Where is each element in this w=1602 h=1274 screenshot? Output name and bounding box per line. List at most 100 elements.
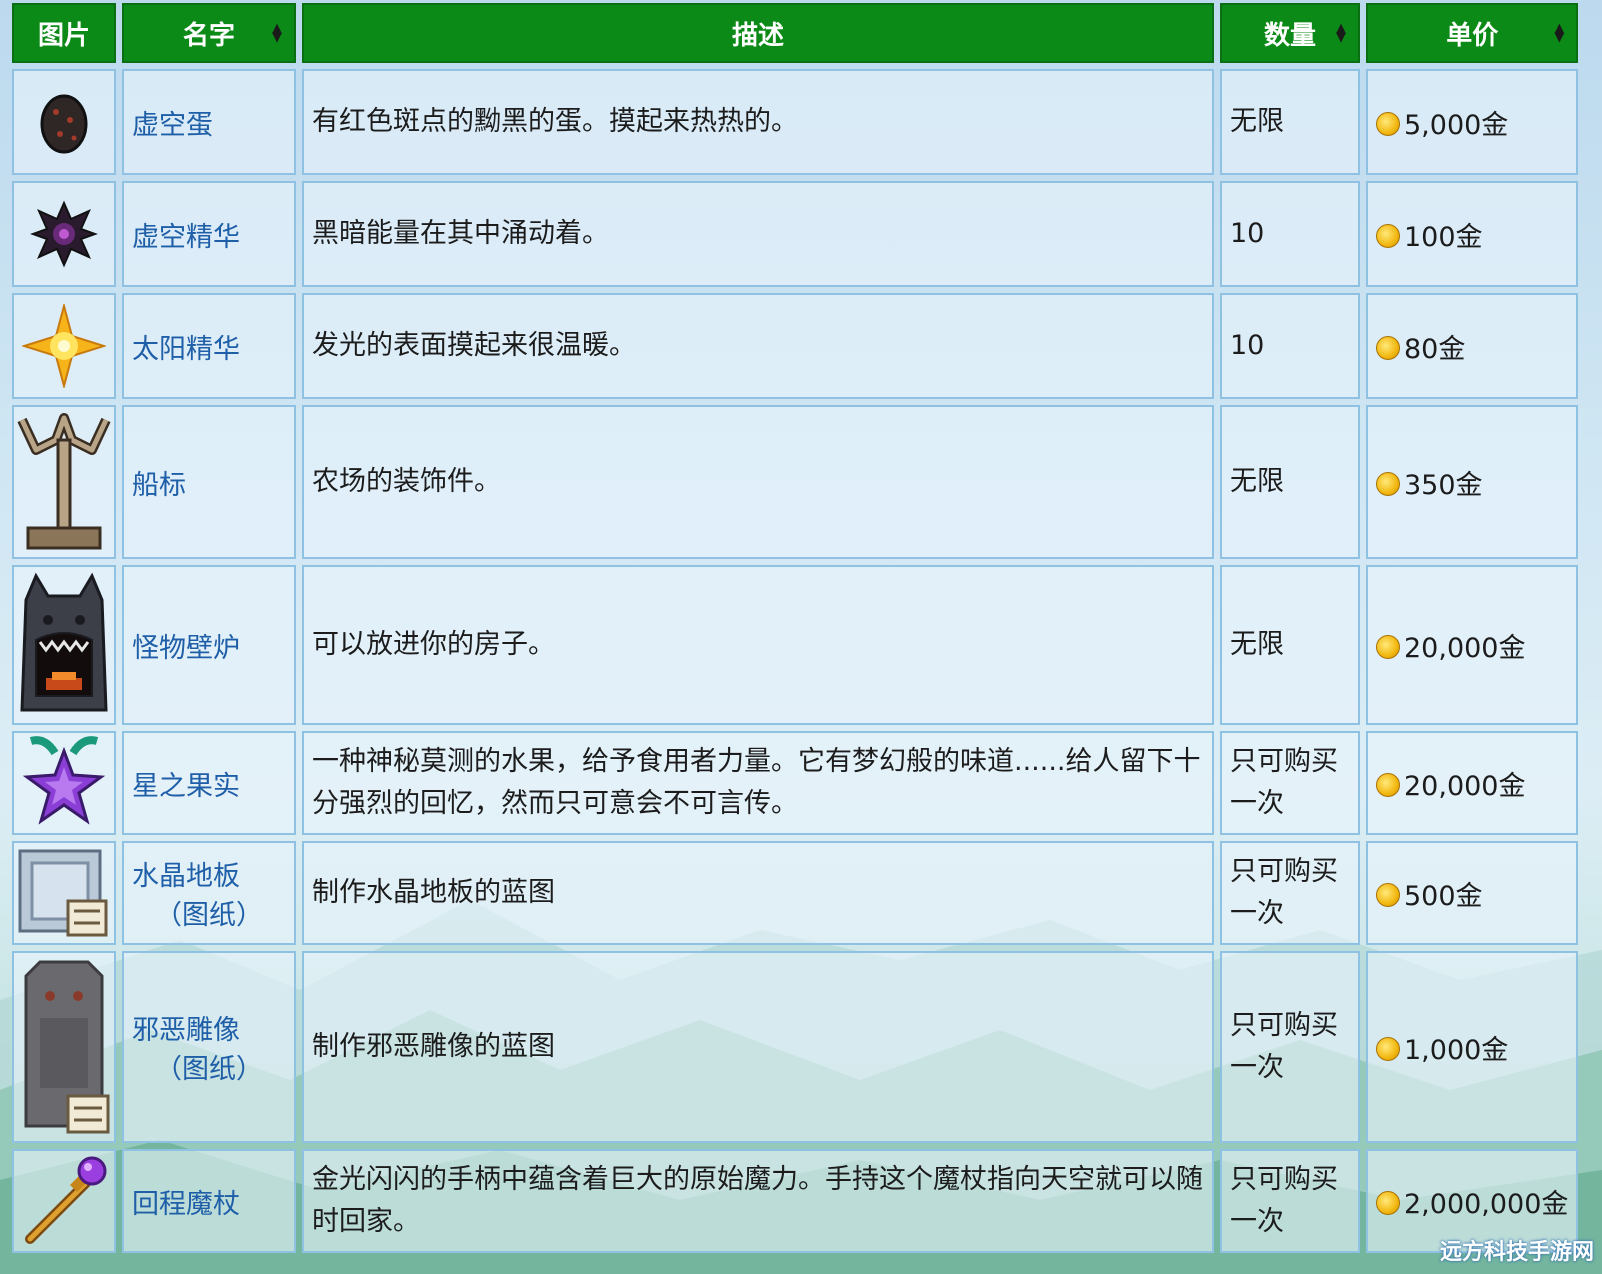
item-description: 黑暗能量在其中涌动着。 xyxy=(302,181,1214,287)
item-name-link[interactable]: 星之果实 xyxy=(132,771,240,802)
gold-coin-icon xyxy=(1376,883,1400,907)
item-name-link[interactable]: 虚空蛋 xyxy=(132,110,213,141)
header-name[interactable]: 名字 ▲ ▼ xyxy=(122,3,296,63)
item-price: 20,000金 xyxy=(1366,731,1579,835)
price-text: 20,000金 xyxy=(1404,770,1526,802)
item-image-cell xyxy=(12,565,116,725)
item-description: 一种神秘莫测的水果，给予食用者力量。它有梦幻般的味道......给人留下十分强烈… xyxy=(302,731,1214,835)
item-description: 发光的表面摸起来很温暖。 xyxy=(302,293,1214,399)
table-row: 虚空蛋 有红色斑点的黝黑的蛋。摸起来热热的。 无限 5,000金 xyxy=(12,69,1579,175)
sort-icon[interactable]: ▲ ▼ xyxy=(272,22,282,44)
table-row: 水晶地板 （图纸） 制作水晶地板的蓝图 只可购买一次 500金 xyxy=(12,841,1579,945)
item-quantity: 无限 xyxy=(1220,405,1360,559)
item-image-cell xyxy=(12,841,116,945)
price-text: 2,000,000金 xyxy=(1404,1188,1569,1220)
boat-sign-icon xyxy=(17,413,111,550)
item-name-sub[interactable]: （图纸） xyxy=(132,1047,286,1086)
gold-coin-icon xyxy=(1376,773,1400,797)
item-name[interactable]: 怪物壁炉 xyxy=(122,565,296,725)
solar-essence-icon xyxy=(22,304,106,388)
void-essence-icon xyxy=(30,200,98,268)
table-header-row: 图片 名字 ▲ ▼ 描述 数量 ▲ ▼ 单价 ▲ ▼ xyxy=(12,3,1579,63)
item-name[interactable]: 虚空蛋 xyxy=(122,69,296,175)
item-name-link[interactable]: 水晶地板 xyxy=(132,861,240,892)
price-text: 5,000金 xyxy=(1404,109,1509,141)
item-image-cell xyxy=(12,951,116,1143)
item-description: 农场的装饰件。 xyxy=(302,405,1214,559)
item-description: 可以放进你的房子。 xyxy=(302,565,1214,725)
price-text: 100金 xyxy=(1404,221,1483,253)
item-name-link[interactable]: 回程魔杖 xyxy=(132,1189,240,1220)
shop-table: 图片 名字 ▲ ▼ 描述 数量 ▲ ▼ 单价 ▲ ▼ 虚空蛋 有红色斑点的黝黑的蛋。摸起来热… xyxy=(6,0,1584,1259)
item-name-link[interactable]: 太阳精华 xyxy=(132,334,240,365)
item-quantity: 只可购买一次 xyxy=(1220,951,1360,1143)
gold-coin-icon xyxy=(1376,1191,1400,1215)
header-price[interactable]: 单价 ▲ ▼ xyxy=(1366,3,1579,63)
item-description: 有红色斑点的黝黑的蛋。摸起来热热的。 xyxy=(302,69,1214,175)
return-scepter-icon xyxy=(25,1156,107,1244)
item-price: 80金 xyxy=(1366,293,1579,399)
item-name-link[interactable]: 船标 xyxy=(132,470,186,501)
header-name-label: 名字 xyxy=(182,20,235,51)
sort-icon[interactable]: ▲ ▼ xyxy=(1554,22,1564,44)
table-row: 回程魔杖 金光闪闪的手柄中蕴含着巨大的原始魔力。手持这个魔杖指向天空就可以随时回… xyxy=(12,1149,1579,1253)
item-price: 1,000金 xyxy=(1366,951,1579,1143)
item-price: 350金 xyxy=(1366,405,1579,559)
crystal-floor-blueprint-icon xyxy=(18,849,108,937)
item-image-cell xyxy=(12,405,116,559)
item-quantity: 只可购买一次 xyxy=(1220,1149,1360,1253)
header-image: 图片 xyxy=(12,3,116,63)
table-row: 怪物壁炉 可以放进你的房子。 无限 20,000金 xyxy=(12,565,1579,725)
header-description: 描述 xyxy=(302,3,1214,63)
item-image-cell xyxy=(12,731,116,835)
item-quantity: 只可购买一次 xyxy=(1220,841,1360,945)
item-quantity: 无限 xyxy=(1220,69,1360,175)
item-price: 5,000金 xyxy=(1366,69,1579,175)
item-description: 金光闪闪的手柄中蕴含着巨大的原始魔力。手持这个魔杖指向天空就可以随时回家。 xyxy=(302,1149,1214,1253)
gold-coin-icon xyxy=(1376,472,1400,496)
item-name-sub[interactable]: （图纸） xyxy=(132,893,286,932)
header-qty-label: 数量 xyxy=(1263,20,1316,51)
item-price: 20,000金 xyxy=(1366,565,1579,725)
price-text: 500金 xyxy=(1404,880,1483,912)
item-image-cell xyxy=(12,1149,116,1253)
item-price: 500金 xyxy=(1366,841,1579,945)
item-name[interactable]: 太阳精华 xyxy=(122,293,296,399)
item-description: 制作邪恶雕像的蓝图 xyxy=(302,951,1214,1143)
item-image-cell xyxy=(12,293,116,399)
gold-coin-icon xyxy=(1376,1037,1400,1061)
watermark: 远方科技手游网 xyxy=(1439,1240,1594,1265)
item-image-cell xyxy=(12,69,116,175)
gold-coin-icon xyxy=(1376,112,1400,136)
item-image-cell xyxy=(12,181,116,287)
header-price-label: 单价 xyxy=(1446,20,1499,51)
void-egg-icon xyxy=(40,94,88,154)
price-text: 350金 xyxy=(1404,469,1483,501)
table-row: 星之果实 一种神秘莫测的水果，给予食用者力量。它有梦幻般的味道......给人留… xyxy=(12,731,1579,835)
item-name[interactable]: 回程魔杖 xyxy=(122,1149,296,1253)
price-text: 1,000金 xyxy=(1404,1034,1509,1066)
header-quantity[interactable]: 数量 ▲ ▼ xyxy=(1220,3,1360,63)
gold-coin-icon xyxy=(1376,224,1400,248)
item-name[interactable]: 星之果实 xyxy=(122,731,296,835)
item-name[interactable]: 虚空精华 xyxy=(122,181,296,287)
item-name-link[interactable]: 虚空精华 xyxy=(132,222,240,253)
item-quantity: 10 xyxy=(1220,293,1360,399)
item-quantity: 无限 xyxy=(1220,565,1360,725)
item-name[interactable]: 船标 xyxy=(122,405,296,559)
stardrop-icon xyxy=(22,736,106,825)
table-row: 船标 农场的装饰件。 无限 350金 xyxy=(12,405,1579,559)
item-name-link[interactable]: 邪恶雕像 xyxy=(132,1015,240,1046)
item-name-link[interactable]: 怪物壁炉 xyxy=(132,633,240,664)
item-quantity: 10 xyxy=(1220,181,1360,287)
table-row: 邪恶雕像 （图纸） 制作邪恶雕像的蓝图 只可购买一次 1,000金 xyxy=(12,951,1579,1143)
item-name[interactable]: 水晶地板 （图纸） xyxy=(122,841,296,945)
item-quantity: 只可购买一次 xyxy=(1220,731,1360,835)
evil-statue-blueprint-icon xyxy=(24,960,110,1134)
item-name[interactable]: 邪恶雕像 （图纸） xyxy=(122,951,296,1143)
table-row: 虚空精华 黑暗能量在其中涌动着。 10 100金 xyxy=(12,181,1579,287)
monster-fireplace-icon xyxy=(20,572,108,712)
sort-icon[interactable]: ▲ ▼ xyxy=(1336,22,1346,44)
gold-coin-icon xyxy=(1376,336,1400,360)
table-row: 太阳精华 发光的表面摸起来很温暖。 10 80金 xyxy=(12,293,1579,399)
